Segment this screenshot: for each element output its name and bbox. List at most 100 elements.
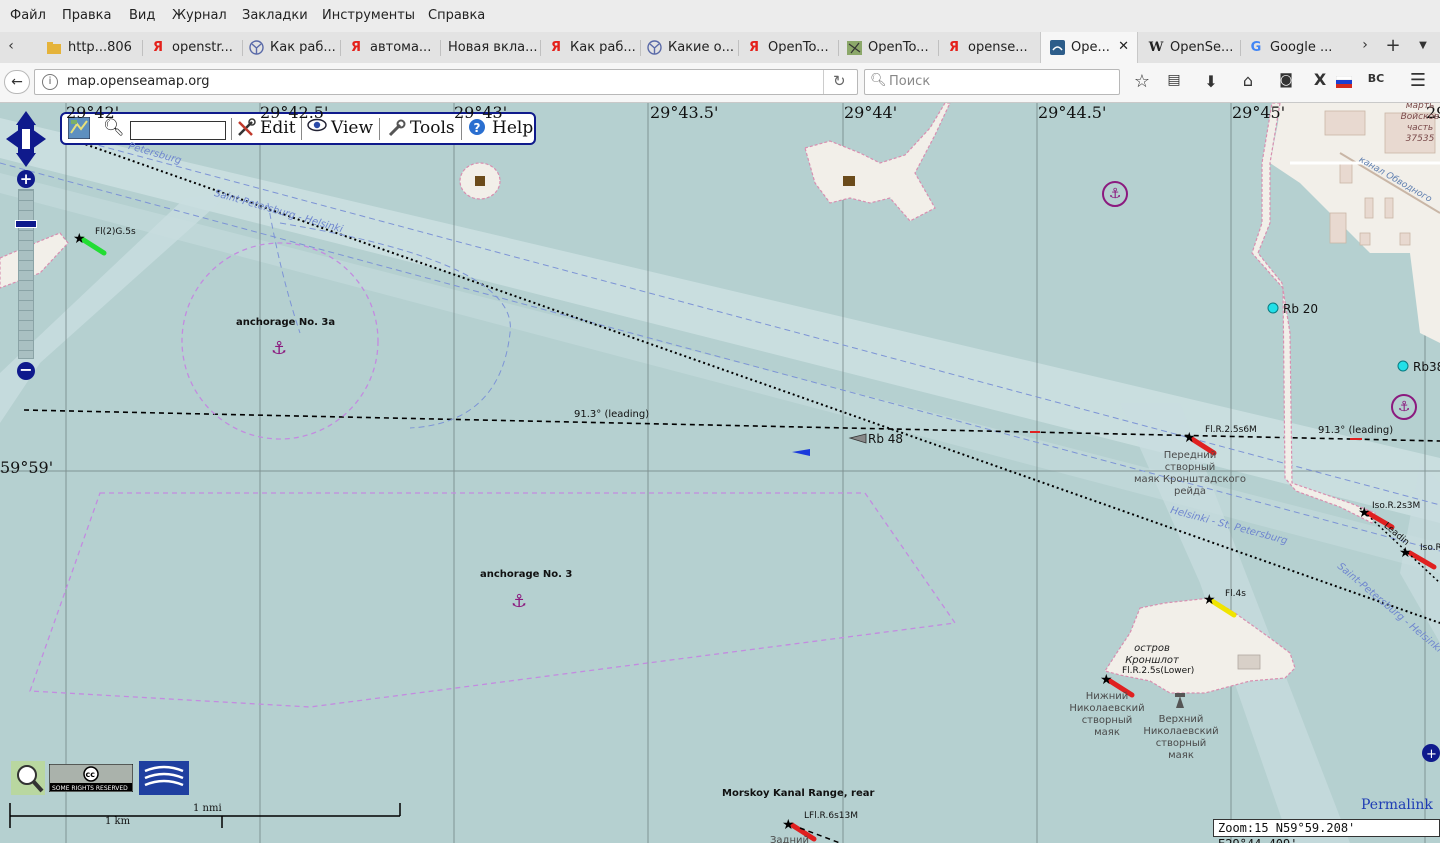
menu-file[interactable]: Файл [10, 8, 46, 23]
tab-label: Google ... [1270, 40, 1333, 55]
cc-license-logo-icon[interactable]: cc SOME RIGHTS RESERVED [49, 764, 133, 792]
zoom-slider-track[interactable] [18, 189, 34, 359]
bookmark-star-icon[interactable]: ☆ [1132, 71, 1152, 92]
svg-text:SOME RIGHTS RESERVED: SOME RIGHTS RESERVED [52, 785, 128, 792]
tabs-scroll-right-icon[interactable]: › [1358, 37, 1372, 53]
back-arrow-icon[interactable]: ← [4, 70, 30, 94]
tab-label: Как раб... [270, 40, 336, 55]
menu-help[interactable]: Справка [428, 8, 485, 23]
search-placeholder: Поиск [889, 74, 931, 89]
partner-logo-icon[interactable] [139, 761, 189, 795]
yandex-icon: Я [550, 40, 561, 55]
anchorage-3a-label: anchorage No. 3a [236, 317, 336, 328]
zoom-slider-handle[interactable] [15, 220, 37, 228]
reload-icon[interactable]: ↻ [833, 72, 846, 90]
menu-view[interactable]: Вид [129, 8, 155, 23]
zoom-out-button[interactable]: − [17, 362, 35, 380]
military-unit-label: марть Войсков часть 37535 [1400, 103, 1440, 144]
addon-x-icon[interactable]: X [1311, 70, 1329, 89]
tab-5[interactable]: Новая вкла... [448, 32, 540, 63]
range-light-label: Morskoy Kanal Range, rear [722, 788, 875, 799]
hamburger-menu-icon[interactable]: ☰ [1408, 70, 1428, 91]
view-menu-label: View [331, 118, 374, 138]
svg-text:★: ★ [1203, 592, 1216, 608]
svg-text:cc: cc [86, 770, 96, 779]
scale-nmi-label: 1 nmi [193, 803, 222, 814]
longitude-label: 29°44.5' [1038, 103, 1107, 122]
addon-bc-icon[interactable]: BC [1366, 72, 1386, 85]
tab-13[interactable]: G Google ... [1248, 32, 1340, 63]
light-characteristic: Fl.R.2.5s(Lower) [1122, 666, 1195, 676]
url-text: map.openseamap.org [67, 74, 210, 89]
tab-8[interactable]: Я OpenTo... [746, 32, 838, 63]
light-characteristic: Fl.R.2.5s6M [1205, 425, 1257, 435]
longitude-label: 29°42' [66, 103, 120, 122]
anchorage-circle-icon: ⚓ [1391, 394, 1417, 420]
light-characteristic: Fl(2)G.5s [95, 227, 136, 237]
buoy-rb20 [1267, 302, 1279, 314]
menu-bookmarks[interactable]: Закладки [242, 8, 308, 23]
tab-9[interactable]: OpenTo... [846, 32, 938, 63]
download-arrow-icon[interactable]: ⬇ [1201, 72, 1221, 91]
tab-7[interactable]: Какие о... [646, 32, 738, 63]
yandex-icon: Я [748, 40, 759, 55]
light-characteristic: Iso.R [1420, 543, 1440, 553]
tabs-scroll-left-icon[interactable]: ‹ [4, 38, 18, 54]
google-icon: G [1250, 40, 1262, 55]
tab-label: Какие о... [668, 40, 734, 55]
nautical-map[interactable]: ★ ★ ★ ★ ★ ★ ★ + [0, 103, 1440, 843]
tab-12[interactable]: W OpenSe... [1148, 32, 1240, 63]
tab-2[interactable]: Я openstr... [150, 32, 242, 63]
wrench-icon [386, 118, 406, 138]
menu-tools[interactable]: Инструменты [322, 8, 415, 23]
tab-6[interactable]: Я Как раб... [548, 32, 640, 63]
longitude-label: 29°43' [454, 103, 508, 122]
scale-km-label: 1 km [105, 816, 131, 827]
yandex-icon: Я [152, 40, 163, 55]
home-icon[interactable]: ⌂ [1238, 71, 1258, 90]
tab-10[interactable]: Я opense... [946, 32, 1038, 63]
buoy-rb38 [1397, 360, 1409, 372]
search-field[interactable]: 🔍︎ Поиск [864, 69, 1120, 95]
tab-bar: ‹ http...806 Я openstr... Как раб... Я а… [0, 32, 1440, 64]
blue-buoy [792, 449, 810, 456]
tab-11-active[interactable]: Ope... ✕ [1040, 32, 1138, 63]
pocket-icon[interactable]: ◙ [1276, 72, 1296, 88]
tab-1[interactable]: http...806 [46, 32, 142, 63]
light-characteristic: Iso.R.2s3M [1372, 501, 1421, 511]
buoy-label: Rb 48 [868, 432, 904, 446]
close-tab-icon[interactable]: ✕ [1118, 39, 1129, 54]
russian-flag-icon[interactable] [1335, 75, 1353, 88]
buoy-label: Rb38 [1413, 360, 1440, 374]
yandex-icon: Я [948, 40, 959, 55]
bookmarks-list-icon[interactable]: ▤ [1164, 72, 1184, 88]
tab-label: openstr... [172, 40, 233, 55]
menu-edit[interactable]: Правка [62, 8, 111, 23]
new-tab-icon[interactable]: + [1384, 35, 1402, 56]
tab-label: OpenTo... [868, 40, 929, 55]
svg-text:★: ★ [1183, 430, 1196, 446]
leading-line-label: 91.3° (leading) [1318, 425, 1394, 436]
longitude-label: 29°43.5' [650, 103, 719, 122]
info-icon[interactable]: i [42, 74, 58, 90]
svg-text:?: ? [474, 121, 481, 135]
permalink-link[interactable]: Permalink [1361, 797, 1433, 813]
tab-4[interactable]: Я автома... [348, 32, 440, 63]
wrench-screwdriver-icon [236, 118, 256, 138]
tools-menu[interactable]: Tools [386, 118, 455, 138]
tab-list-chevron-down-icon[interactable]: ▼ [1416, 40, 1430, 51]
buoy-label: Rb 20 [1283, 302, 1319, 316]
light-characteristic: LFl.R.6s13M [804, 811, 858, 821]
url-bar[interactable]: i map.openseamap.org ↻ [34, 69, 858, 95]
zoom-in-button[interactable]: + [17, 170, 35, 188]
menu-history[interactable]: Журнал [172, 8, 227, 23]
map-search-input[interactable] [130, 121, 226, 140]
search-icon: 🔍︎ [870, 73, 887, 88]
light-characteristic: Fl.4s [1225, 589, 1246, 599]
anchorage-3-label: anchorage No. 3 [480, 569, 573, 580]
openseamap-logo-icon[interactable] [11, 761, 45, 795]
pan-control-icon[interactable] [6, 111, 46, 167]
tab-3[interactable]: Как раб... [248, 32, 340, 63]
browser-icon [646, 40, 662, 56]
zoom-position-readout: Zoom:15 N59°59.208' E29°44.409' [1213, 819, 1440, 843]
